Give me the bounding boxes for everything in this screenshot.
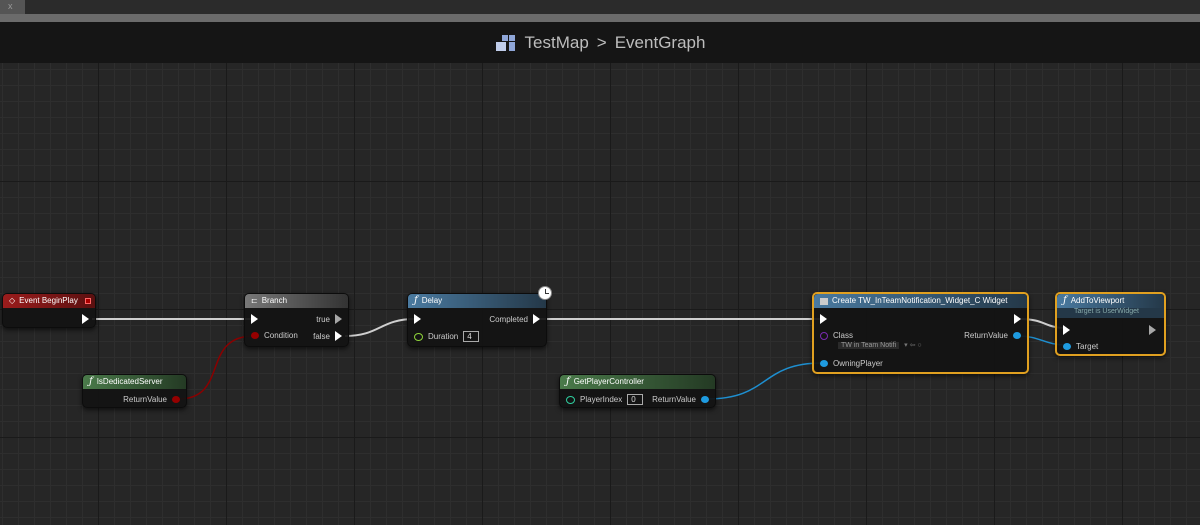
pin-label: Target: [1076, 342, 1099, 351]
false-pin[interactable]: [335, 331, 342, 341]
pin-label: Condition: [264, 331, 298, 340]
chevron-down-icon[interactable]: ▾ ⇦ ○: [904, 341, 922, 349]
pin-label: ReturnValue: [123, 395, 167, 404]
get-player-controller-node[interactable]: ƒ GetPlayerController PlayerIndex 0 Return…: [559, 374, 716, 408]
add-to-viewport-node[interactable]: ƒ AddToViewport Target is UserWidget Targ…: [1055, 292, 1166, 356]
player-index-input[interactable]: 0: [627, 394, 644, 405]
pin-label: ReturnValue: [652, 395, 696, 404]
pin-label: PlayerIndex: [580, 395, 623, 404]
duration-pin[interactable]: [414, 332, 423, 341]
class-dropdown[interactable]: TW in Team Notifi: [838, 341, 900, 349]
is-dedicated-server-node[interactable]: ƒ IsDedicatedServer ReturnValue: [82, 374, 187, 408]
pin-label: OwningPlayer: [833, 359, 883, 368]
duration-input[interactable]: 4: [463, 331, 480, 342]
create-widget-node[interactable]: Create TW_InTeamNotification_Widget_C Wi…: [812, 292, 1029, 374]
branch-node[interactable]: ⊏ Branch true Condition false: [244, 293, 349, 347]
completed-pin[interactable]: [533, 314, 540, 324]
node-title: GetPlayerController: [573, 377, 644, 386]
class-pin[interactable]: [820, 331, 828, 340]
function-icon: ƒ: [1063, 295, 1067, 306]
bool-wire: [177, 335, 255, 400]
function-icon: ƒ: [414, 295, 418, 306]
widget-icon: [820, 297, 828, 305]
function-icon: ƒ: [89, 376, 93, 387]
target-pin[interactable]: [1063, 343, 1071, 350]
player-index-pin[interactable]: [566, 395, 575, 404]
return-pin[interactable]: [701, 396, 709, 403]
return-pin[interactable]: [172, 396, 180, 403]
node-title: IsDedicatedServer: [96, 377, 163, 386]
branch-icon: ⊏: [251, 296, 258, 305]
exec-in-pin[interactable]: [1063, 325, 1070, 335]
object-wire: [706, 362, 823, 400]
pin-label: Duration: [428, 332, 459, 341]
wires: [92, 318, 1067, 400]
delegate-pin[interactable]: [85, 298, 91, 304]
event-icon: ◇: [9, 296, 16, 305]
latent-clock-icon: [538, 286, 552, 300]
exec-out-pin[interactable]: [1149, 325, 1156, 335]
function-icon: ƒ: [566, 376, 570, 387]
node-title: Create TW_InTeamNotification_Widget_C Wi…: [832, 296, 1008, 305]
exec-in-pin[interactable]: [820, 314, 827, 324]
exec-wire: [344, 318, 416, 337]
condition-pin[interactable]: [251, 332, 259, 339]
true-pin[interactable]: [335, 314, 342, 324]
exec-out-pin[interactable]: [1014, 314, 1021, 324]
owning-player-pin[interactable]: [820, 360, 828, 367]
exec-in-pin[interactable]: [251, 314, 258, 324]
return-pin[interactable]: [1013, 332, 1021, 339]
exec-out-pin[interactable]: [82, 314, 89, 324]
node-title: AddToViewport: [1070, 296, 1125, 305]
pin-label: false: [313, 331, 330, 341]
node-title: Delay: [421, 296, 443, 305]
pin-label: true: [316, 314, 330, 324]
node-title: Branch: [261, 296, 288, 305]
pin-label: Class: [833, 331, 854, 340]
pin-label: ReturnValue: [964, 331, 1008, 340]
node-subtitle: Target is UserWidget: [1057, 308, 1164, 318]
exec-in-pin[interactable]: [414, 314, 421, 324]
event-beginplay-node[interactable]: ◇ Event BeginPlay: [2, 293, 96, 328]
delay-node[interactable]: ƒ Delay Completed Duration 4: [407, 293, 547, 347]
node-title: Event BeginPlay: [19, 296, 78, 305]
pin-label: Completed: [489, 314, 528, 324]
